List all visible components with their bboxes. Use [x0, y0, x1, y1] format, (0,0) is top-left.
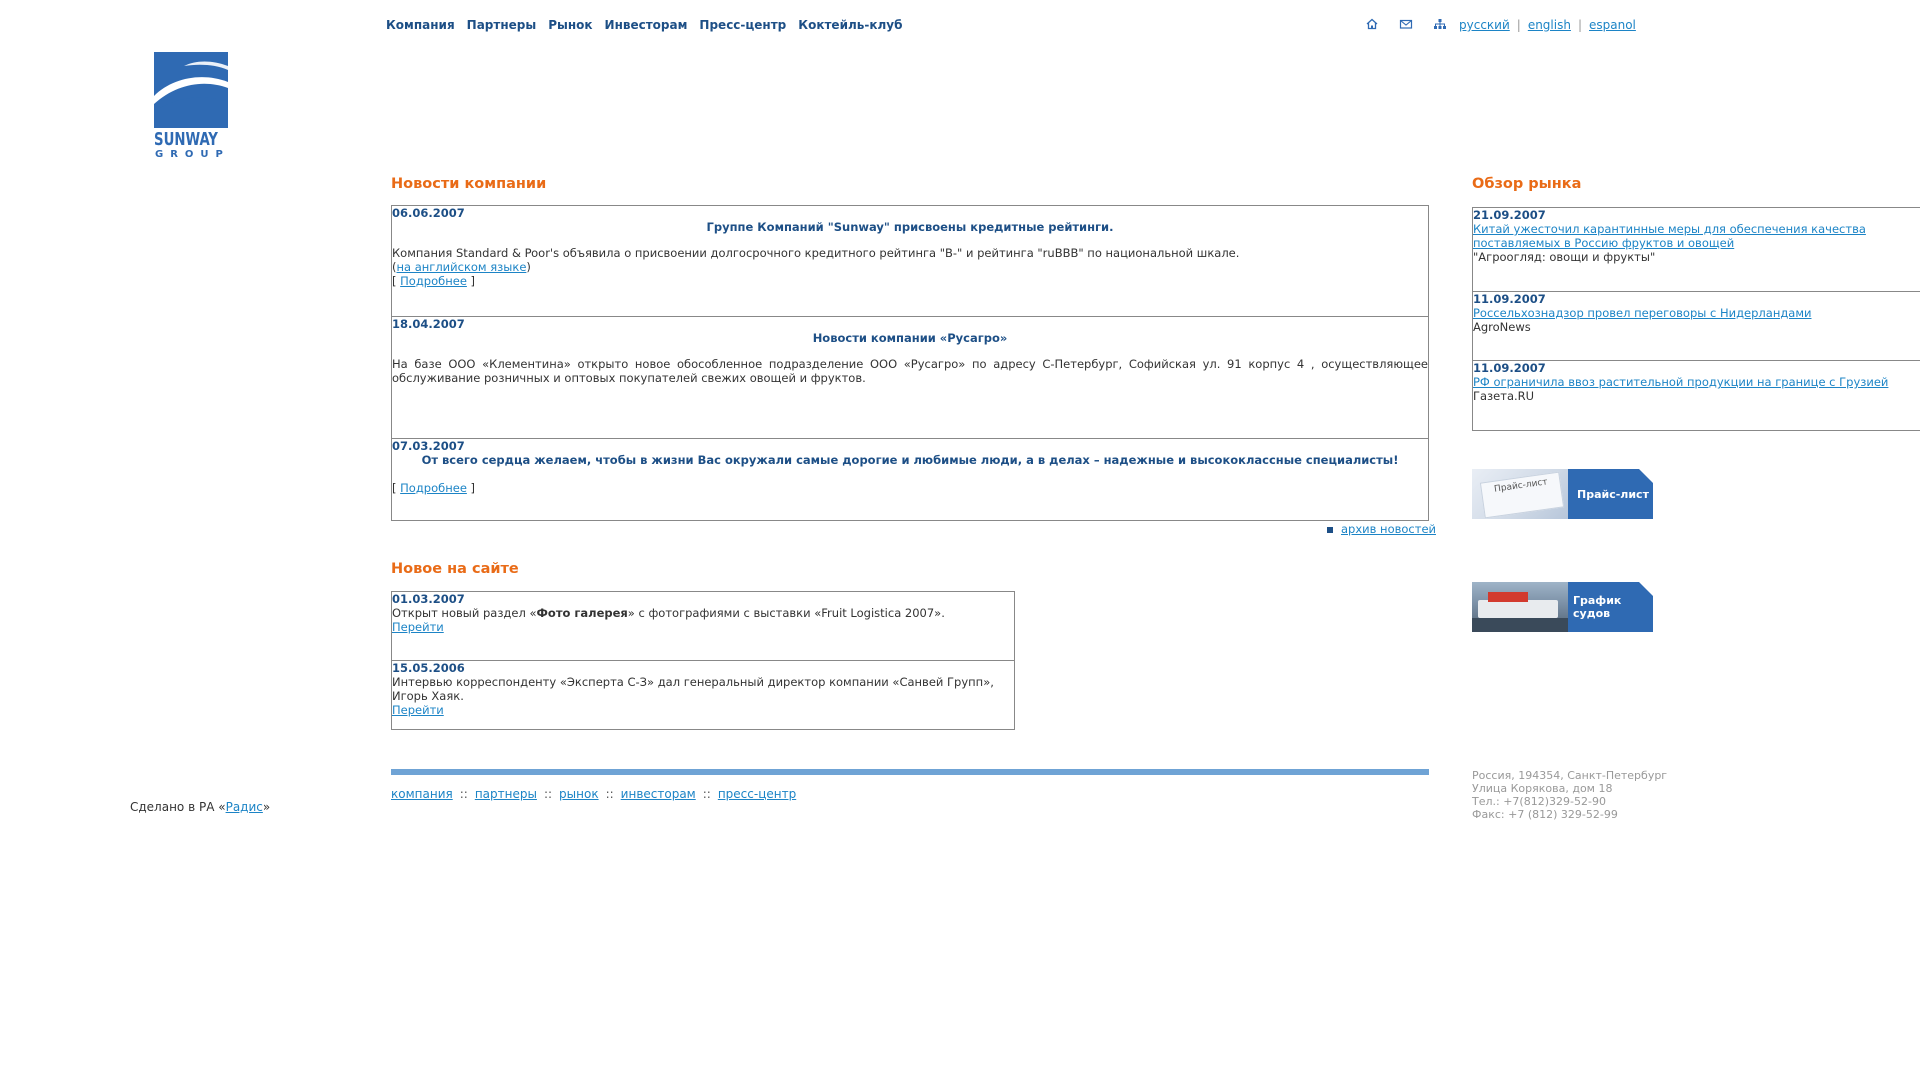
price-list-banner[interactable]: Прайс-лист Прайс-лист [1472, 469, 1653, 519]
company-news-title: Новости компании [391, 176, 547, 192]
logo-mark [154, 52, 228, 128]
address-line: Россия, 194354, Санкт-Петербург [1472, 769, 1668, 782]
phone-line: Тел.: +7(812)329-52-90 [1472, 795, 1606, 808]
nav-item-partners[interactable]: Партнеры [467, 18, 537, 32]
market-article-link[interactable]: Россельхознадзор провел переговоры с Нид… [1473, 306, 1812, 320]
address-line: Улица Корякова, дом 18 [1472, 782, 1613, 795]
market-review-title: Обзор рынка [1472, 176, 1582, 192]
fax-line: Факс: +7 (812) 329-52-99 [1472, 808, 1618, 821]
whats-new-date: 01.03.2007 [392, 592, 465, 606]
news-more-link[interactable]: Подробнее [400, 274, 467, 288]
market-article-link[interactable]: Китай ужесточил карантинные меры для обе… [1473, 222, 1866, 250]
lang-russian[interactable]: русский [1459, 18, 1510, 32]
market-source: AgroNews [1473, 320, 1531, 334]
news-body: На базе ООО «Клементина» открыто новое о… [392, 357, 1428, 385]
made-by: Сделано в РА «Радис» [130, 800, 271, 814]
news-headline: От всего сердца желаем, чтобы в жизни Ва… [421, 453, 1399, 467]
lang-separator: | [1577, 18, 1582, 32]
footer-link-press-center[interactable]: пресс-центр [718, 787, 796, 801]
footer-links: компания:: партнеры:: рынок:: инвесторам:: п… [391, 787, 797, 801]
news-date: 07.03.2007 [392, 439, 465, 453]
market-date: 11.09.2007 [1473, 361, 1546, 375]
whats-new-box: 01.03.2007 Открыт новый раздел «Фото гал… [391, 591, 1015, 730]
news-item: 07.03.2007 От всего сердца желаем, чтобы… [392, 439, 1428, 520]
nav-item-investors[interactable]: Инвесторам [605, 18, 688, 32]
logo-word-sunway: SUNWAY [154, 129, 218, 150]
footer-link-investors[interactable]: инвесторам [621, 787, 696, 801]
whats-new-text: Интервью корреспонденту «Эксперта С-З» д… [392, 675, 994, 703]
english-version-link[interactable]: на английском языке [397, 260, 527, 274]
news-more-link[interactable]: Подробнее [400, 481, 467, 495]
market-source: Газета.RU [1473, 389, 1535, 403]
market-review-box: 21.09.2007 Китай ужесточил карантинные м… [1472, 207, 1920, 431]
lang-spanish[interactable]: espanol [1589, 18, 1636, 32]
nav-item-market[interactable]: Рынок [548, 18, 592, 32]
radis-link[interactable]: Радис [226, 800, 263, 814]
whats-new-text: Открыт новый раздел «Фото галерея» с фот… [392, 606, 945, 620]
market-source: "Агроогляд: овощи и фрукты" [1473, 250, 1656, 264]
utility-bar: русский | english | espanol [1365, 18, 1636, 32]
market-article-link[interactable]: РФ ограничила ввоз растительной продукци… [1473, 375, 1888, 389]
home-icon[interactable] [1365, 18, 1381, 32]
market-item: 11.09.2007 Россельхознадзор провел перег… [1473, 292, 1920, 361]
news-more-line: [ Подробнее ] [392, 481, 476, 495]
sunway-logo[interactable]: SUNWAY GROUP [154, 52, 228, 161]
news-more-line: [ Подробнее ] [392, 274, 476, 288]
market-date: 11.09.2007 [1473, 292, 1546, 306]
news-item: 06.06.2007 Группе Компаний "Sunway" прис… [392, 206, 1428, 317]
whats-new-item: 15.05.2006 Интервью корреспонденту «Эксп… [392, 661, 1014, 729]
whats-new-item: 01.03.2007 Открыт новый раздел «Фото гал… [392, 592, 1014, 661]
lang-separator: | [1516, 18, 1521, 32]
news-headline: Группе Компаний "Sunway" присвоены креди… [706, 220, 1114, 234]
ship-schedule-banner[interactable]: График судов [1472, 582, 1653, 632]
mail-icon[interactable] [1399, 18, 1415, 32]
market-date: 21.09.2007 [1473, 208, 1546, 222]
lang-english[interactable]: english [1528, 18, 1571, 32]
whats-new-go-link[interactable]: Перейти [392, 703, 444, 717]
market-item: 21.09.2007 Китай ужесточил карантинные м… [1473, 208, 1920, 292]
top-navigation: Компания Партнеры Рынок Инвесторам Пресс… [386, 18, 902, 32]
price-list-image: Прайс-лист [1472, 469, 1568, 519]
news-headline: Новости компании «Русагро» [812, 331, 1008, 345]
company-address: Россия, 194354, Санкт-Петербург Улица Ко… [1472, 769, 1667, 821]
logo-word-group: GROUP [155, 149, 230, 160]
news-archive-link[interactable]: архив новостей [1341, 522, 1436, 536]
news-english-line: (на английском языке) [392, 260, 531, 274]
bullet-square-icon [1327, 526, 1333, 533]
news-body: Компания Standard & Poor's объявила о пр… [392, 246, 1240, 260]
whats-new-go-link[interactable]: Перейти [392, 620, 444, 634]
footer-link-company[interactable]: компания [391, 787, 453, 801]
company-news-box: 06.06.2007 Группе Компаний "Sunway" прис… [391, 205, 1429, 521]
footer-divider [391, 769, 1429, 775]
sitemap-icon[interactable] [1433, 18, 1449, 32]
news-archive: архив новостей [1327, 522, 1436, 536]
footer-link-partners[interactable]: партнеры [475, 787, 537, 801]
whats-new-title: Новое на сайте [391, 561, 519, 577]
footer-link-market[interactable]: рынок [559, 787, 599, 801]
whats-new-date: 15.05.2006 [392, 661, 465, 675]
ship-image [1472, 582, 1568, 632]
nav-item-press-center[interactable]: Пресс-центр [699, 18, 786, 32]
nav-item-company[interactable]: Компания [386, 18, 455, 32]
news-date: 06.06.2007 [392, 206, 465, 220]
news-item: 18.04.2007 Новости компании «Русагро» На… [392, 317, 1428, 439]
news-date: 18.04.2007 [392, 317, 465, 331]
market-item: 11.09.2007 РФ ограничила ввоз растительн… [1473, 361, 1920, 430]
nav-item-cocktail-club[interactable]: Коктейль-клуб [798, 18, 902, 32]
